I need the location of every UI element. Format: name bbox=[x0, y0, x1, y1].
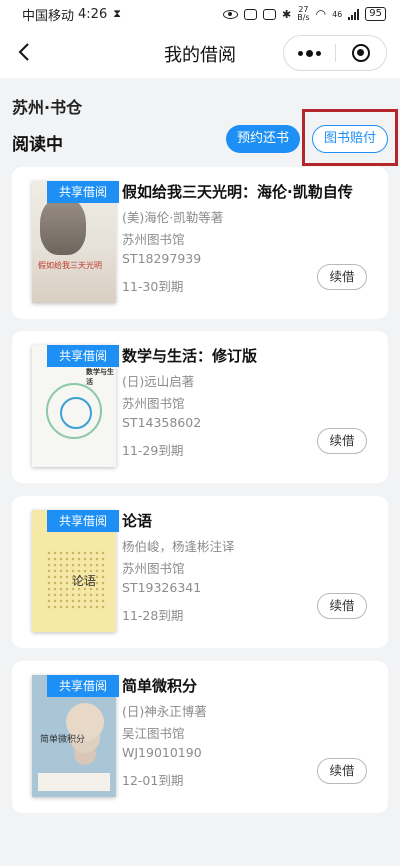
book-id: ST14358602 bbox=[122, 415, 202, 430]
cover-portrait bbox=[40, 197, 86, 255]
shared-borrow-badge: 共享借阅 bbox=[47, 675, 119, 697]
carrier-name: 中国移动 bbox=[22, 8, 75, 24]
network-speed: 27 B/s bbox=[297, 6, 309, 22]
book-author: (日)远山启著 bbox=[122, 374, 195, 389]
book-card[interactable]: 数学与生活 共享借阅 数学与生活：修订版 (日)远山启著 苏州图书馆 ST143… bbox=[12, 331, 388, 483]
book-library: 吴江图书馆 bbox=[122, 726, 185, 741]
book-id: WJ19010190 bbox=[122, 745, 202, 760]
more-dot-icon bbox=[306, 49, 313, 57]
renew-button[interactable]: 续借 bbox=[317, 758, 367, 784]
hourglass-icon: ⧗ bbox=[113, 7, 121, 20]
cover-title: 论语 bbox=[72, 574, 97, 588]
book-title: 简单微积分 bbox=[122, 677, 198, 695]
signal-icon bbox=[348, 8, 360, 20]
book-title: 论语 bbox=[122, 512, 153, 530]
target-icon bbox=[351, 44, 370, 62]
more-button[interactable] bbox=[284, 36, 335, 70]
wifi-icon: ◠ bbox=[315, 7, 327, 21]
carrier-group: 中国移动 4:26 ⧗ bbox=[22, 5, 121, 24]
cover-spiral bbox=[46, 383, 102, 439]
book-card[interactable]: 简单微积分 共享借阅 简单微积分 (日)神永正博著 吴江图书馆 WJ190101… bbox=[12, 661, 388, 813]
alarm-icon bbox=[263, 8, 277, 20]
book-title: 假如给我三天光明：海伦·凯勒自传 bbox=[122, 183, 353, 201]
book-id: ST19326341 bbox=[122, 580, 202, 595]
network-speed-unit: B/s bbox=[297, 13, 310, 22]
eye-icon bbox=[223, 9, 239, 19]
cover-footer bbox=[38, 773, 110, 791]
book-author: (日)神永正博著 bbox=[122, 704, 207, 719]
close-mini-program-button[interactable] bbox=[336, 36, 386, 70]
highlight-box bbox=[302, 109, 398, 166]
renew-button[interactable]: 续借 bbox=[317, 593, 367, 619]
renew-button[interactable]: 续借 bbox=[317, 428, 367, 454]
book-card[interactable]: 论语 共享借阅 论语 杨伯峻，杨逢彬注译 苏州图书馆 ST19326341 11… bbox=[12, 496, 388, 648]
book-library: 苏州图书馆 bbox=[122, 396, 185, 411]
book-title: 数学与生活：修订版 bbox=[122, 347, 258, 365]
shared-borrow-badge: 共享借阅 bbox=[47, 345, 119, 367]
book-due-date: 11-30到期 bbox=[122, 279, 184, 294]
reserve-return-button[interactable]: 预约还书 bbox=[226, 125, 300, 153]
nav-bar: 我的借阅 bbox=[0, 28, 400, 78]
cover-title: 假如给我三天光明 bbox=[38, 261, 102, 270]
status-bar: 中国移动 4:26 ⧗ ✱ 27 B/s ◠ 46 95 bbox=[0, 0, 400, 28]
shared-borrow-badge: 共享借阅 bbox=[47, 181, 119, 203]
shared-borrow-badge: 共享借阅 bbox=[47, 510, 119, 532]
library-name: 苏州·书仓 bbox=[12, 98, 83, 117]
book-id: ST18297939 bbox=[122, 251, 202, 266]
book-author: 杨伯峻，杨逢彬注译 bbox=[122, 539, 235, 554]
book-due-date: 11-29到期 bbox=[122, 443, 184, 458]
book-card[interactable]: 假如给我三天光明 共享借阅 假如给我三天光明：海伦·凯勒自传 (美)海伦·凯勒等… bbox=[12, 167, 388, 319]
bluetooth-icon: ✱ bbox=[282, 7, 292, 21]
network-type: 46 bbox=[332, 9, 343, 19]
book-author: (美)海伦·凯勒等著 bbox=[122, 210, 224, 225]
battery-indicator: 95 bbox=[365, 7, 386, 21]
status-time: 4:26 bbox=[78, 6, 108, 22]
book-due-date: 11-28到期 bbox=[122, 608, 184, 623]
renew-button[interactable]: 续借 bbox=[317, 264, 367, 290]
book-due-date: 12-01到期 bbox=[122, 773, 184, 788]
book-library: 苏州图书馆 bbox=[122, 232, 185, 247]
more-dot-icon bbox=[316, 50, 321, 56]
cover-title: 简单微积分 bbox=[40, 735, 86, 745]
more-dot-icon bbox=[298, 50, 303, 56]
section-title: 阅读中 bbox=[12, 135, 63, 155]
cover-title: 数学与生活 bbox=[86, 368, 114, 386]
status-icons: ✱ 27 B/s ◠ 46 95 bbox=[223, 6, 386, 22]
nfc-icon bbox=[244, 8, 258, 20]
book-library: 苏州图书馆 bbox=[122, 561, 185, 576]
mini-program-capsule bbox=[283, 35, 387, 71]
